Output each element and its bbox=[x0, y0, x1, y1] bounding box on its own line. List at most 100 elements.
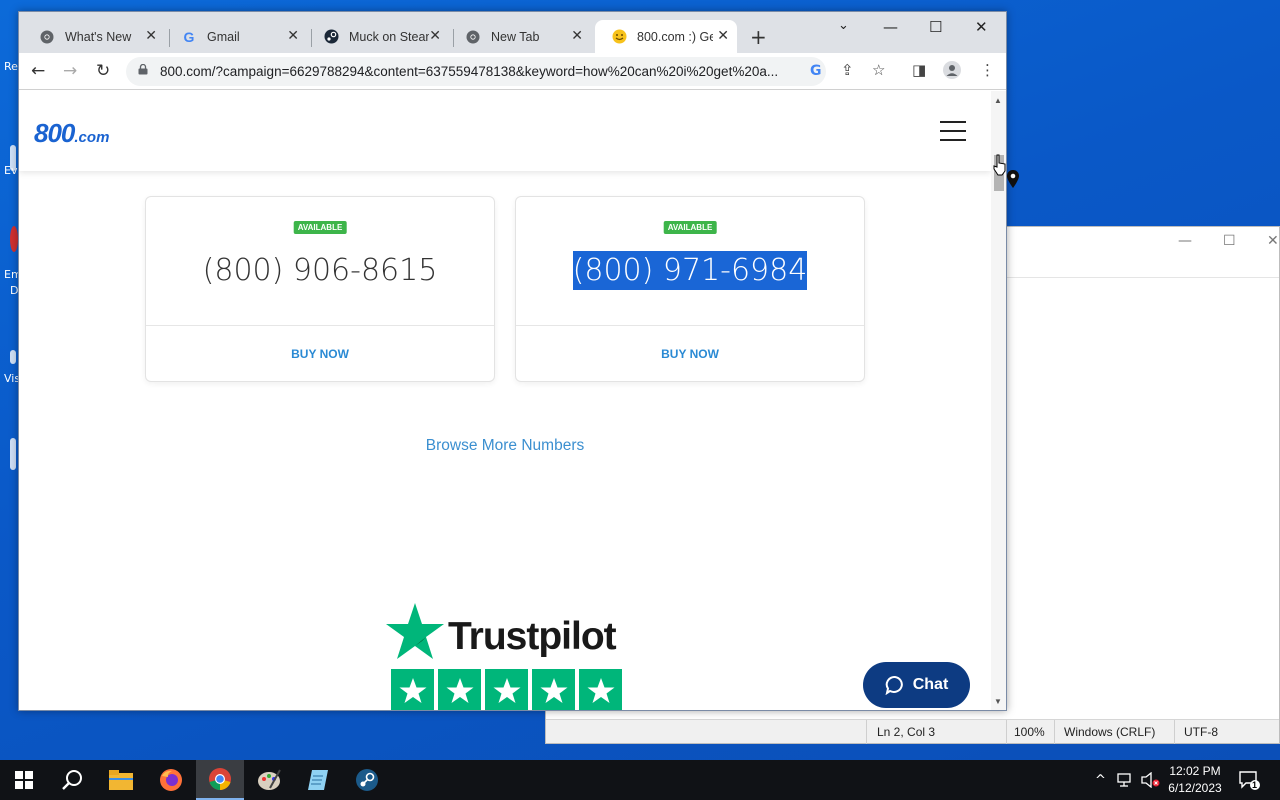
chrome-icon bbox=[209, 768, 231, 790]
page-scrollbar[interactable]: ▲ ▼ bbox=[991, 91, 1006, 710]
desktop-icon[interactable] bbox=[10, 438, 16, 470]
notification-center-button[interactable]: 1 bbox=[1238, 760, 1260, 800]
clock-date: 6/12/2023 bbox=[1168, 781, 1222, 795]
chat-button[interactable]: Chat bbox=[863, 662, 970, 708]
google-icon: G bbox=[183, 28, 195, 45]
forward-icon[interactable]: → bbox=[63, 61, 77, 81]
available-badge: AVAILABLE bbox=[663, 221, 717, 234]
trustpilot-wordmark: Trustpilot bbox=[448, 615, 617, 658]
close-button[interactable]: ✕ bbox=[975, 18, 988, 36]
lock-icon[interactable] bbox=[138, 64, 148, 75]
google-lens-icon[interactable]: G bbox=[810, 63, 822, 79]
tab-title: Muck on Steam bbox=[349, 29, 429, 44]
smiley-icon bbox=[611, 29, 627, 45]
chrome-taskbar-button[interactable] bbox=[196, 760, 244, 800]
close-tab-icon[interactable]: ✕ bbox=[717, 28, 729, 44]
chrome-window: What's New ✕ G Gmail ✕ Muck on Steam ✕ N… bbox=[18, 11, 1007, 711]
notepad-button[interactable] bbox=[294, 760, 342, 800]
firefox-button[interactable] bbox=[147, 760, 195, 800]
phone-number: (800) 906-8615 bbox=[202, 253, 438, 288]
palette-icon bbox=[258, 769, 281, 790]
star-icon bbox=[579, 669, 622, 710]
site-logo[interactable]: 800.com bbox=[34, 118, 109, 149]
tab-gmail[interactable]: G Gmail ✕ bbox=[165, 20, 307, 53]
close-tab-icon[interactable]: ✕ bbox=[287, 28, 299, 44]
chevron-up-icon[interactable]: ^ bbox=[1095, 773, 1106, 788]
buy-now-button[interactable]: BUY NOW bbox=[516, 347, 864, 361]
show-hidden-icons[interactable]: ^ bbox=[1095, 760, 1106, 800]
close-button[interactable]: ✕ bbox=[1267, 233, 1279, 249]
folder-icon bbox=[109, 770, 133, 790]
steam-button[interactable] bbox=[343, 760, 391, 800]
notification-count: 1 bbox=[1252, 780, 1258, 790]
desktop-icon-label: Ev bbox=[4, 164, 18, 177]
tab-new-tab[interactable]: New Tab ✕ bbox=[449, 20, 591, 53]
url-text[interactable]: 800.com/?campaign=6629788294&content=637… bbox=[160, 64, 800, 79]
tab-800-com[interactable]: 800.com :) Get ✕ bbox=[595, 20, 737, 53]
card-divider bbox=[516, 325, 864, 326]
browse-more-numbers-link[interactable]: Browse More Numbers bbox=[19, 437, 991, 455]
chrome-icon bbox=[465, 29, 481, 45]
paint-app-button[interactable] bbox=[245, 760, 293, 800]
chat-label: Chat bbox=[912, 676, 949, 693]
steam-icon bbox=[323, 29, 339, 45]
number-card: AVAILABLE (800) 906-8615 BUY NOW bbox=[145, 196, 495, 382]
hamburger-menu-icon[interactable] bbox=[940, 121, 966, 141]
hand-cursor-icon bbox=[993, 154, 1006, 176]
file-explorer-button[interactable] bbox=[97, 760, 145, 800]
tab-search-icon[interactable]: ⌄ bbox=[838, 18, 849, 33]
encoding: UTF-8 bbox=[1184, 725, 1218, 739]
system-clock[interactable]: 12:02 PM 6/12/2023 bbox=[1160, 763, 1230, 797]
logo-suffix: .com bbox=[74, 129, 110, 146]
star-icon bbox=[438, 669, 481, 710]
profile-icon[interactable] bbox=[943, 61, 961, 83]
buy-now-button[interactable]: BUY NOW bbox=[146, 347, 494, 361]
desktop-icon[interactable] bbox=[10, 350, 16, 364]
volume-muted-icon[interactable] bbox=[1141, 760, 1161, 800]
site-header: 800.com bbox=[19, 91, 991, 171]
minimize-button[interactable]: — bbox=[1178, 233, 1192, 249]
menu-kebab-icon[interactable]: ⋮ bbox=[980, 61, 995, 79]
clock-time: 12:02 PM bbox=[1169, 764, 1221, 778]
star-icon bbox=[391, 669, 434, 710]
share-icon[interactable]: ⇪ bbox=[841, 61, 854, 79]
tab-whats-new[interactable]: What's New ✕ bbox=[23, 20, 165, 53]
search-button[interactable] bbox=[48, 760, 96, 800]
maximize-button[interactable]: ☐ bbox=[1223, 233, 1236, 249]
back-icon[interactable]: ← bbox=[31, 61, 45, 81]
notepad-status-bar: Ln 2, Col 3 100% Windows (CRLF) UTF-8 bbox=[546, 719, 1279, 744]
firefox-icon bbox=[160, 769, 182, 791]
reload-icon[interactable]: ↻ bbox=[96, 61, 110, 81]
maximize-button[interactable]: ☐ bbox=[929, 18, 942, 36]
bookmark-star-icon[interactable]: ☆ bbox=[872, 61, 885, 79]
trustpilot-logo: Trustpilot bbox=[386, 603, 626, 663]
available-badge: AVAILABLE bbox=[293, 221, 347, 234]
line-ending: Windows (CRLF) bbox=[1064, 725, 1156, 739]
network-icon[interactable] bbox=[1117, 760, 1135, 800]
cursor-position: Ln 2, Col 3 bbox=[877, 725, 936, 739]
number-card: AVAILABLE (800) 971-6984 BUY NOW bbox=[515, 196, 865, 382]
trustpilot-star-icon bbox=[386, 603, 444, 659]
desktop-icon-label: Re bbox=[4, 60, 18, 73]
scroll-up-arrow-icon[interactable]: ▲ bbox=[994, 96, 1002, 105]
desktop-icon[interactable] bbox=[10, 226, 18, 252]
chat-bubble-icon bbox=[885, 675, 903, 695]
close-tab-icon[interactable]: ✕ bbox=[145, 28, 157, 44]
phone-number-selected: (800) 971-6984 bbox=[572, 251, 808, 290]
address-bar[interactable]: 800.com/?campaign=6629788294&content=637… bbox=[126, 57, 826, 86]
search-icon bbox=[62, 770, 82, 790]
page-viewport: 800.com AVAILABLE (800) 906-8615 BUY NOW… bbox=[19, 91, 991, 710]
star-icon bbox=[532, 669, 575, 710]
trustpilot-rating-stars bbox=[391, 669, 622, 710]
side-panel-icon[interactable]: ◨ bbox=[912, 61, 926, 79]
new-tab-button[interactable]: + bbox=[750, 25, 767, 49]
close-tab-icon[interactable]: ✕ bbox=[571, 28, 583, 44]
start-button[interactable] bbox=[0, 760, 48, 800]
tab-muck-on-steam[interactable]: Muck on Steam ✕ bbox=[307, 20, 449, 53]
minimize-button[interactable]: — bbox=[883, 18, 898, 36]
chrome-icon bbox=[39, 29, 55, 45]
scroll-down-arrow-icon[interactable]: ▼ bbox=[994, 697, 1002, 706]
card-divider bbox=[146, 325, 494, 326]
close-tab-icon[interactable]: ✕ bbox=[429, 28, 441, 44]
tab-title: New Tab bbox=[491, 29, 540, 44]
